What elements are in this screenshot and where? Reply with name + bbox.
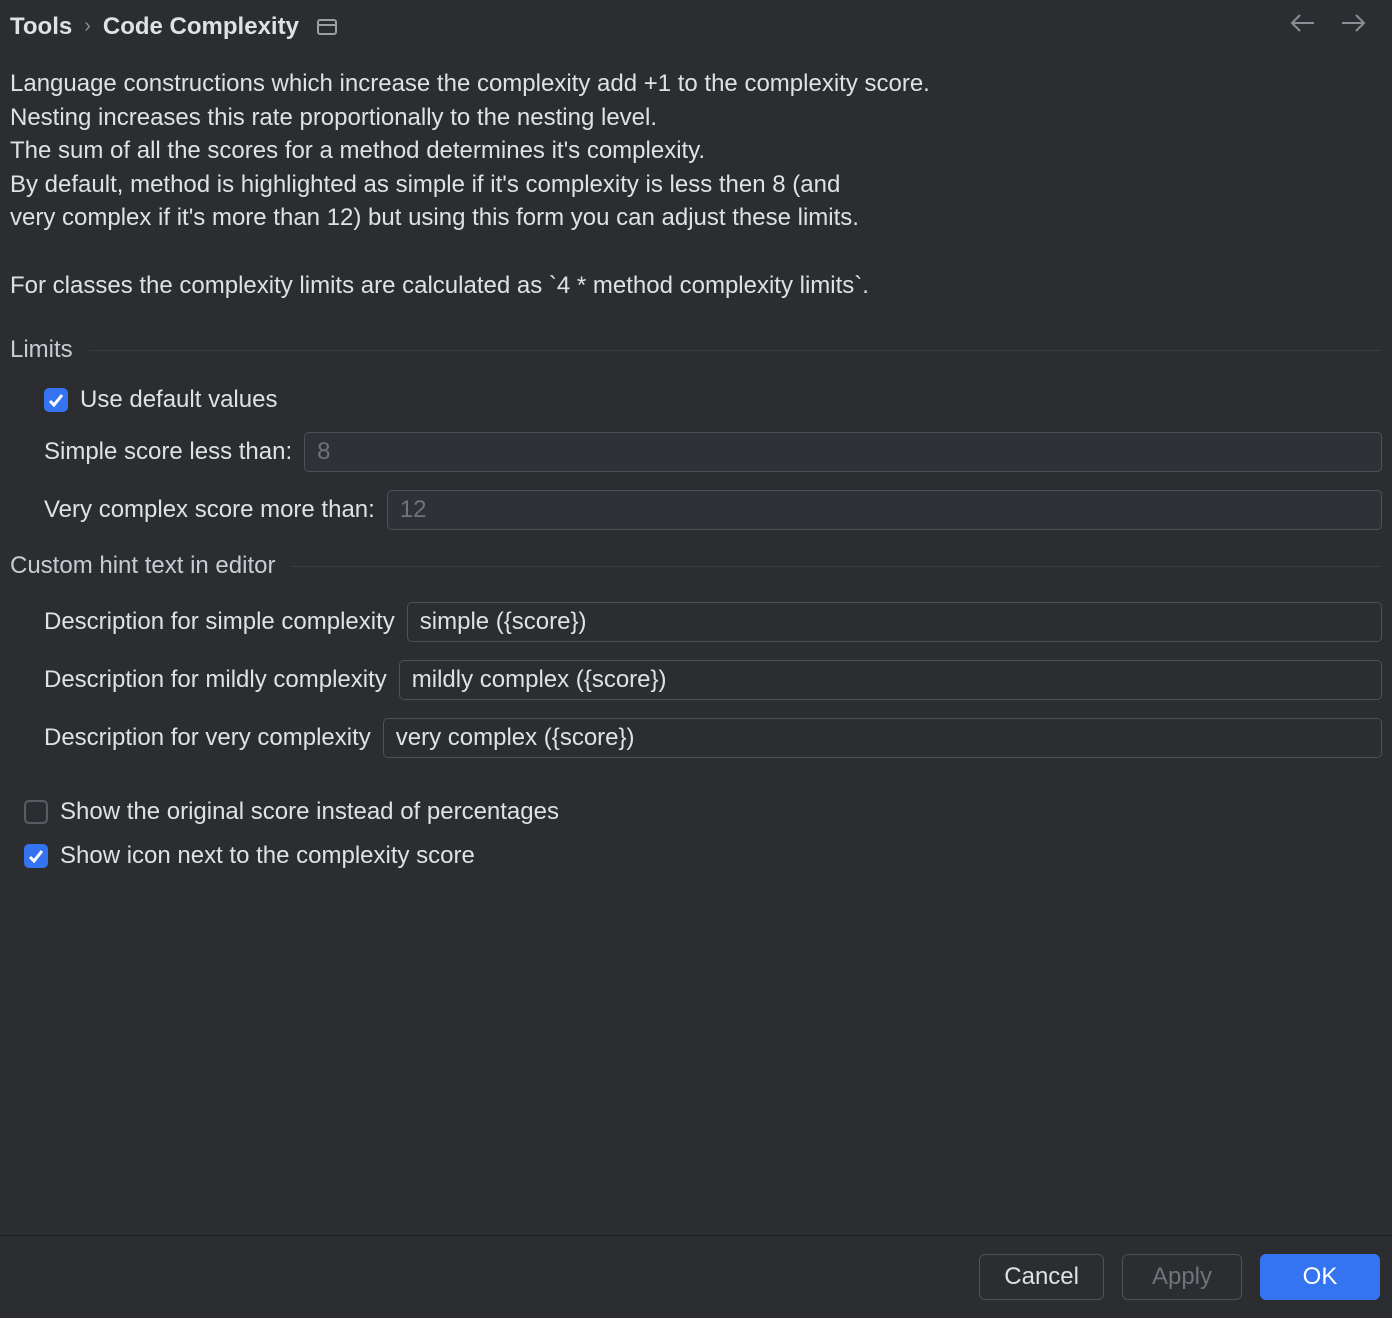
show-icon-label: Show icon next to the complexity score: [60, 842, 475, 870]
settings-window: Tools › Code Complexity Language constru…: [0, 0, 1392, 1318]
content-area: Language constructions which increase th…: [0, 51, 1392, 1235]
limits-section: Use default values Simple score less tha…: [10, 386, 1382, 530]
desc-simple-input[interactable]: [407, 602, 1382, 642]
section-divider: [291, 566, 1382, 567]
desc-very-label: Description for very complexity: [44, 724, 371, 752]
section-label: Limits: [10, 336, 73, 364]
show-original-score-label: Show the original score instead of perce…: [60, 798, 559, 826]
desc-simple-label: Description for simple complexity: [44, 608, 395, 636]
simple-score-input[interactable]: [304, 432, 1382, 472]
use-default-values-label: Use default values: [80, 386, 277, 414]
show-icon-row: Show icon next to the complexity score: [20, 842, 1372, 870]
very-complex-score-row: Very complex score more than:: [44, 490, 1382, 530]
dialog-footer: Cancel Apply OK: [0, 1235, 1392, 1318]
custom-hint-section: Description for simple complexity Descri…: [10, 602, 1382, 758]
desc-mildly-input[interactable]: [399, 660, 1382, 700]
breadcrumb: Tools › Code Complexity: [10, 13, 337, 41]
show-original-score-checkbox[interactable]: [24, 800, 48, 824]
desc-mildly-label: Description for mildly complexity: [44, 666, 387, 694]
very-complex-score-input[interactable]: [387, 490, 1382, 530]
desc-very-input[interactable]: [383, 718, 1382, 758]
description-text: Language constructions which increase th…: [10, 67, 1382, 302]
section-divider: [89, 350, 1382, 351]
section-label: Custom hint text in editor: [10, 552, 275, 580]
desc-mildly-row: Description for mildly complexity: [44, 660, 1382, 700]
simple-score-label: Simple score less than:: [44, 438, 292, 466]
apply-button[interactable]: Apply: [1122, 1254, 1242, 1300]
nav-forward-icon[interactable]: [1340, 12, 1368, 41]
ok-button[interactable]: OK: [1260, 1254, 1380, 1300]
show-icon-checkbox[interactable]: [24, 844, 48, 868]
section-header-limits: Limits: [10, 336, 1382, 364]
new-window-icon[interactable]: [317, 19, 337, 35]
breadcrumb-parent[interactable]: Tools: [10, 13, 72, 41]
desc-very-row: Description for very complexity: [44, 718, 1382, 758]
bottom-options: Show the original score instead of perce…: [10, 776, 1382, 870]
desc-simple-row: Description for simple complexity: [44, 602, 1382, 642]
section-header-custom-hint: Custom hint text in editor: [10, 552, 1382, 580]
top-bar: Tools › Code Complexity: [0, 0, 1392, 51]
simple-score-row: Simple score less than:: [44, 432, 1382, 472]
breadcrumb-current: Code Complexity: [103, 13, 299, 41]
chevron-right-icon: ›: [84, 15, 91, 38]
very-complex-score-label: Very complex score more than:: [44, 496, 375, 524]
nav-arrows: [1288, 12, 1382, 41]
use-default-values-checkbox[interactable]: [44, 388, 68, 412]
nav-back-icon[interactable]: [1288, 12, 1316, 41]
use-default-values-row: Use default values: [44, 386, 1382, 414]
cancel-button[interactable]: Cancel: [979, 1254, 1104, 1300]
show-original-score-row: Show the original score instead of perce…: [20, 798, 1372, 826]
